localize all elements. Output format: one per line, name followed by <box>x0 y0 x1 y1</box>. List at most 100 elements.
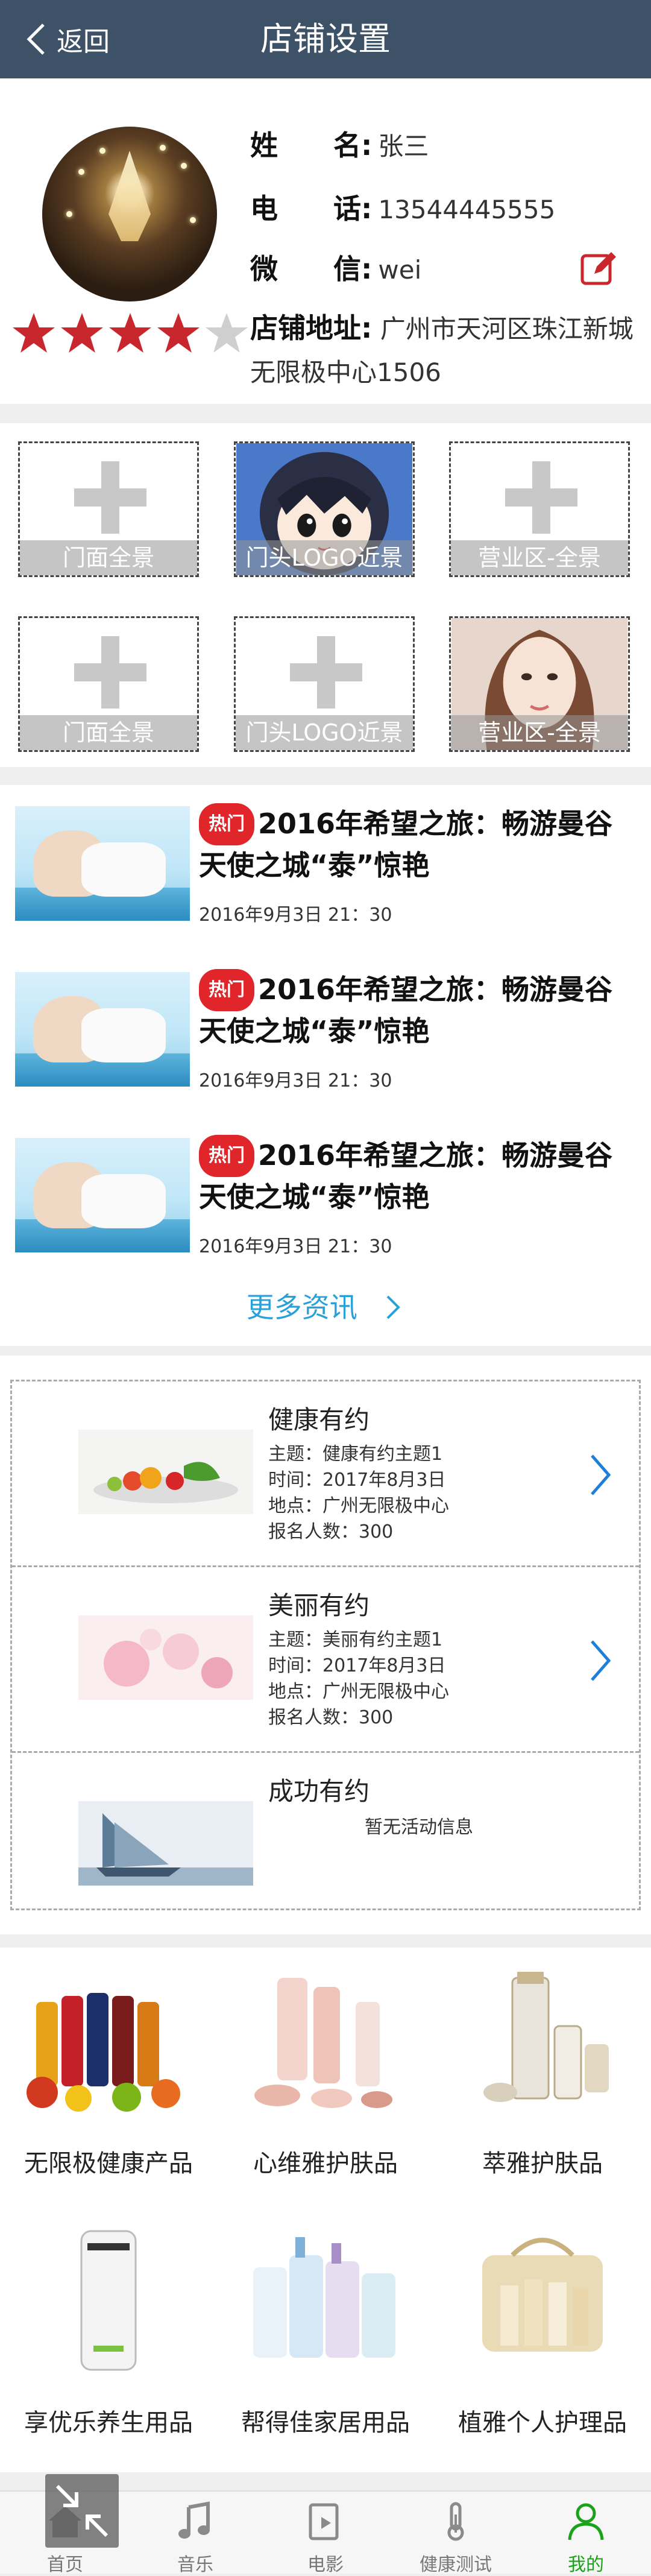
wechat-label: 微 信: <box>250 253 373 285</box>
photo-slot-business-area[interactable]: 营业区-全景 <box>449 616 630 752</box>
tab-music[interactable]: 音乐 <box>130 2492 260 2575</box>
event-title: 健康有约 <box>268 1405 370 1435</box>
product-label: 无限极健康产品 <box>24 2150 193 2177</box>
photo-caption: 门面全景 <box>20 540 197 575</box>
plus-icon <box>74 461 146 534</box>
personal-care-set-image <box>482 2238 603 2352</box>
event-topic: 主题：健康有约主题1 <box>268 1444 443 1465</box>
page-title: 店铺设置 <box>260 20 391 58</box>
photo-caption: 营业区-全景 <box>451 540 628 575</box>
photo-slot-storefront[interactable]: 门面全景 <box>18 616 199 752</box>
app-header: 返回 店铺设置 <box>0 0 651 78</box>
product-label: 享优乐养生用品 <box>24 2409 193 2437</box>
household-cleaners-image <box>253 2237 395 2358</box>
air-purifier-image <box>80 2230 137 2371</box>
edit-icon[interactable] <box>579 247 621 289</box>
news-date: 2016年9月3日 21：30 <box>199 1236 392 1257</box>
product-item[interactable]: 帮得佳家居用品 <box>217 2207 434 2466</box>
news-thumbnail <box>15 1138 190 1252</box>
tab-mine[interactable]: 我的 <box>521 2492 651 2575</box>
chevron-right-icon <box>591 1454 611 1495</box>
event-title: 美丽有约 <box>268 1591 370 1620</box>
plus-icon <box>290 636 362 709</box>
name-field: 姓 名: 张三 <box>250 124 429 163</box>
news-item[interactable]: 热门 2016年希望之旅：畅游曼谷 天使之城“泰”惊艳 2016年9月3日 21：… <box>0 1117 651 1274</box>
name-label: 姓 名: <box>250 129 373 162</box>
address-field: 店铺地址: 广州市天河区珠江新城无限极中心1506 <box>250 306 636 394</box>
tab-label: 健康测试 <box>420 2554 492 2575</box>
thermometer-icon <box>447 2502 464 2541</box>
product-item[interactable]: 享优乐养生用品 <box>0 2207 217 2466</box>
event-health[interactable]: 健康有约 主题：健康有约主题1 时间：2017年8月3日 地点：广州无限极中心 … <box>12 1381 639 1567</box>
product-item[interactable]: 心维雅护肤品 <box>217 1948 434 2207</box>
phone-label: 电 话: <box>250 192 373 225</box>
product-item[interactable]: 萃雅护肤品 <box>434 1948 651 2207</box>
event-success[interactable]: 成功有约 暂无活动信息 <box>12 1753 639 1939</box>
product-item[interactable]: 植雅个人护理品 <box>434 2207 651 2466</box>
event-place: 地点：广州无限极中心 <box>268 1681 449 1702</box>
product-grid: 无限极健康产品 心维雅护肤品 萃雅护肤品 享优乐养生用品 帮得佳家居用品 植雅个… <box>0 1948 651 2472</box>
user-icon <box>568 2503 604 2540</box>
product-label: 心维雅护肤品 <box>253 2150 398 2177</box>
photo-caption: 门面全景 <box>20 715 197 750</box>
event-empty-message: 暂无活动信息 <box>365 1817 473 1838</box>
event-time: 时间：2017年8月3日 <box>268 1470 446 1491</box>
sailboat-image <box>78 1801 253 1886</box>
product-label: 帮得佳家居用品 <box>241 2409 410 2437</box>
events-section: 健康有约 主题：健康有约主题1 时间：2017年8月3日 地点：广州无限极中心 … <box>0 1356 651 1934</box>
phone-value: 13544445555 <box>378 195 556 224</box>
news-date: 2016年9月3日 21：30 <box>199 904 392 926</box>
news-title: 热门 2016年希望之旅：畅游曼谷 天使之城“泰”惊艳 <box>199 803 639 885</box>
collapse-arrows-icon <box>55 2484 108 2537</box>
photo-slot-storefront[interactable]: 门面全景 <box>18 441 199 577</box>
news-title: 热门 2016年希望之旅：畅游曼谷 天使之城“泰”惊艳 <box>199 969 639 1051</box>
hot-badge: 热门 <box>199 803 254 845</box>
hot-badge: 热门 <box>199 1135 254 1177</box>
news-item[interactable]: 热门 2016年希望之旅：畅游曼谷 天使之城“泰”惊艳 2016年9月3日 21：… <box>0 951 651 1108</box>
music-icon <box>178 2501 210 2539</box>
name-value: 张三 <box>378 131 429 161</box>
star-empty-icon <box>206 313 248 353</box>
more-news-link[interactable]: 更多资讯 <box>0 1286 651 1325</box>
star-filled-icon <box>109 313 151 353</box>
wechat-field: 微 信: wei <box>250 247 421 287</box>
event-place: 地点：广州无限极中心 <box>268 1495 449 1517</box>
juice-bottles-image <box>27 1993 180 2112</box>
event-beauty[interactable]: 美丽有约 主题：美丽有约主题1 时间：2017年8月3日 地点：广州无限极中心 … <box>12 1567 639 1753</box>
plus-icon <box>505 461 577 534</box>
fruit-vegetable-image <box>78 1430 253 1514</box>
news-item[interactable]: 热门 2016年希望之旅：畅游曼谷 天使之城“泰”惊艳 2016年9月3日 21：… <box>0 785 651 942</box>
flower-image <box>78 1615 253 1700</box>
floating-collapse-button[interactable] <box>45 2474 119 2548</box>
profile-card: 姓 名: 张三 电 话: 13544445555 微 信: wei 店铺地址: … <box>0 78 651 404</box>
photo-slot-logo[interactable]: 门头LOGO近景 <box>234 616 415 752</box>
product-label: 植雅个人护理品 <box>458 2409 627 2437</box>
event-count: 报名人数：300 <box>268 1707 394 1728</box>
star-filled-icon <box>13 313 55 353</box>
photo-slot-business-area[interactable]: 营业区-全景 <box>449 441 630 577</box>
star-filled-icon <box>157 313 200 353</box>
rating-stars <box>11 311 252 356</box>
avatar[interactable] <box>42 127 217 301</box>
event-count: 报名人数：300 <box>268 1521 394 1542</box>
chandelier-graphic <box>108 151 151 241</box>
tab-health-test[interactable]: 健康测试 <box>391 2492 521 2575</box>
event-time: 时间：2017年8月3日 <box>268 1655 446 1676</box>
plus-icon <box>74 636 146 709</box>
hot-badge: 热门 <box>199 969 254 1011</box>
product-item[interactable]: 无限极健康产品 <box>0 1948 217 2207</box>
wechat-value: wei <box>378 255 422 285</box>
tab-label: 音乐 <box>177 2554 213 2575</box>
news-list: 热门 2016年希望之旅：畅游曼谷 天使之城“泰”惊艳 2016年9月3日 21：… <box>0 785 651 1346</box>
tab-movie[interactable]: 电影 <box>260 2492 391 2575</box>
chevron-right-icon <box>591 1640 611 1681</box>
news-thumbnail <box>15 972 190 1087</box>
photo-slot-logo[interactable]: 门头LOGO近景 <box>234 441 415 577</box>
news-date: 2016年9月3日 21：30 <box>199 1070 392 1091</box>
tab-label: 我的 <box>568 2554 604 2575</box>
tab-label: 首页 <box>47 2554 83 2575</box>
events-box: 健康有约 主题：健康有约主题1 时间：2017年8月3日 地点：广州无限极中心 … <box>10 1380 641 1910</box>
more-news-label: 更多资讯 <box>246 1291 357 1324</box>
store-photos: 门面全景 门头LOGO近景 营业区-全景 门面全景 门头LOGO近景 营业区-全… <box>0 423 651 767</box>
tab-label: 电影 <box>307 2554 344 2575</box>
